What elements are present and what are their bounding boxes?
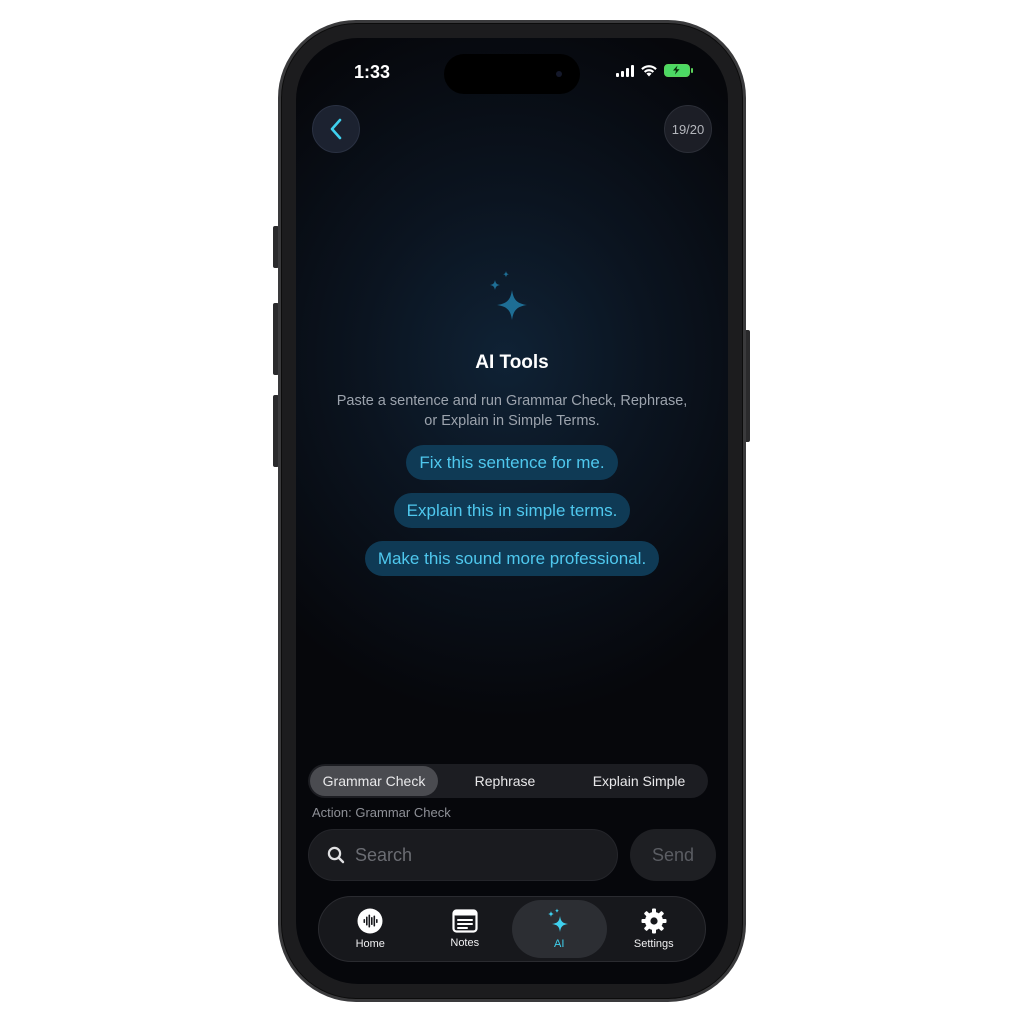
back-button[interactable] xyxy=(312,105,360,153)
sparkles-icon xyxy=(548,908,569,932)
battery-charging-icon xyxy=(664,64,693,77)
suggestion-chip-explain[interactable]: Explain this in simple terms. xyxy=(393,493,631,528)
tab-settings[interactable]: Settings xyxy=(607,900,702,958)
cellular-signal-icon xyxy=(616,64,634,77)
search-field[interactable] xyxy=(308,829,618,881)
sparkles-icon xyxy=(490,271,527,320)
screen: 1:33 19/20 AI Tools Paste a sentence and… xyxy=(296,38,728,984)
wifi-icon xyxy=(641,65,657,77)
mode-selector: Grammar Check Rephrase Explain Simple xyxy=(308,764,708,798)
send-button[interactable]: Send xyxy=(630,829,716,881)
camera-icon xyxy=(556,71,562,77)
dynamic-island xyxy=(444,54,580,94)
mode-rephrase[interactable]: Rephrase xyxy=(438,766,572,796)
search-icon xyxy=(327,846,345,864)
tab-notes[interactable]: Notes xyxy=(418,900,513,958)
tab-settings-label: Settings xyxy=(633,938,674,950)
tab-notes-label: Notes xyxy=(450,937,480,949)
tab-home[interactable]: Home xyxy=(323,900,418,958)
suggestion-chip-professional[interactable]: Make this sound more professional. xyxy=(364,541,660,576)
chevron-left-icon xyxy=(330,118,342,140)
tab-bar: Home Notes AI Settings xyxy=(318,896,706,962)
tab-home-label: Home xyxy=(355,938,385,950)
notes-icon xyxy=(452,909,478,933)
action-label: Action: Grammar Check xyxy=(312,805,451,820)
tab-ai[interactable]: AI xyxy=(512,900,607,958)
status-time: 1:33 xyxy=(354,62,391,82)
suggestion-chip-fix[interactable]: Fix this sentence for me. xyxy=(406,445,618,480)
gear-icon xyxy=(641,908,667,934)
suggestion-list: Fix this sentence for me. Explain this i… xyxy=(296,445,728,576)
usage-counter: 19/20 xyxy=(664,105,712,153)
page-title: AI Tools xyxy=(475,352,549,373)
tab-ai-label: AI xyxy=(554,938,565,950)
search-input[interactable] xyxy=(355,844,585,866)
waveform-icon xyxy=(357,908,383,934)
mode-grammar-check[interactable]: Grammar Check xyxy=(310,766,438,796)
status-icons xyxy=(616,64,693,77)
page-subtitle: Paste a sentence and run Grammar Check, … xyxy=(336,393,688,429)
mode-explain-simple[interactable]: Explain Simple xyxy=(572,766,706,796)
